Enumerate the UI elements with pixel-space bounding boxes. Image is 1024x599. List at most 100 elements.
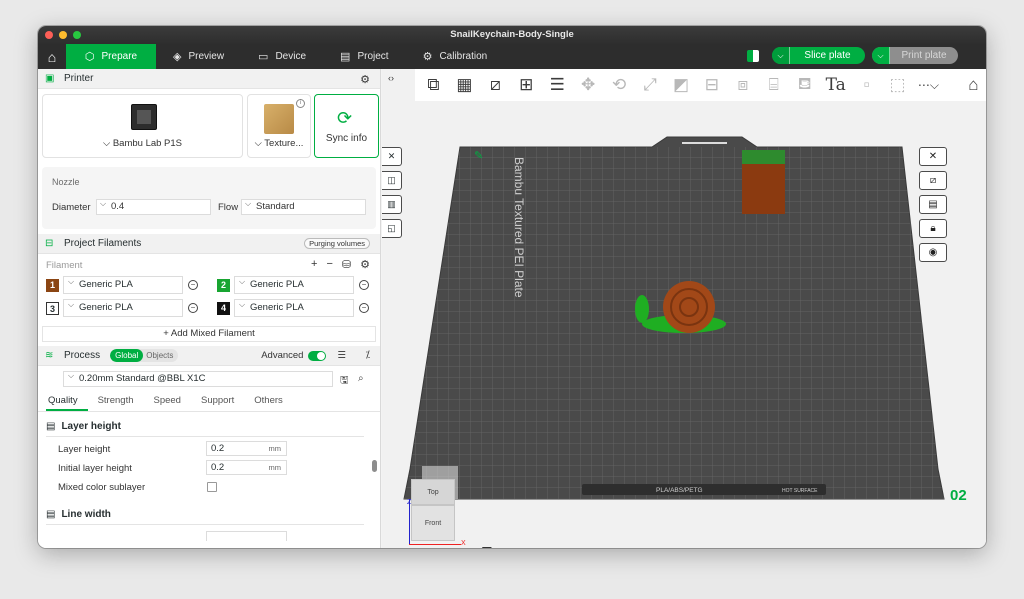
home-button[interactable]: ⌂ <box>38 44 66 69</box>
zoom-fit-icon: ⊡ <box>481 543 493 548</box>
process-preset-select[interactable]: 0.20mm Standard @BBL X1C <box>63 369 333 387</box>
tab-preview[interactable]: ◈ Preview <box>156 44 241 69</box>
filaments-section-header[interactable]: ⊟ Project Filaments Purging volumes <box>38 234 380 254</box>
layer-height-label: Layer height <box>58 444 111 455</box>
add-icon[interactable]: + <box>311 258 317 271</box>
filament-color-swatch[interactable]: 4 <box>217 301 230 315</box>
filament-select[interactable]: Generic PLA <box>63 274 183 294</box>
line-width-input[interactable] <box>206 531 287 541</box>
filament-slot-4[interactable]: 4 Generic PLA − <box>217 297 369 317</box>
close-window-button[interactable] <box>45 31 53 39</box>
filament-color-swatch[interactable]: 1 <box>46 278 59 292</box>
cube-top-face[interactable]: Top <box>411 479 455 505</box>
diameter-label: Diameter <box>52 202 91 213</box>
filament-color-swatch[interactable]: 3 <box>46 301 59 315</box>
sync-info-button[interactable]: ⟳ Sync info <box>314 94 379 158</box>
divider <box>46 436 364 437</box>
tab-device[interactable]: ▭ Device <box>241 44 323 69</box>
slice-plate-button[interactable]: ⌵ Slice plate <box>772 47 865 64</box>
gear-icon[interactable]: ⚙ <box>360 73 370 86</box>
global-option[interactable]: Global <box>110 349 144 362</box>
filament-slot-3[interactable]: 3 Generic PLA − <box>46 297 198 317</box>
block-top <box>742 150 785 164</box>
remove-filament-icon[interactable]: − <box>359 280 369 290</box>
advanced-toggle[interactable]: Advanced ☰ <box>261 350 346 361</box>
filament-slot-2[interactable]: 2 Generic PLA − <box>217 274 369 294</box>
tab-calibration[interactable]: ⚙ Calibration <box>406 44 505 69</box>
pick-plate-icon[interactable]: ⧄ <box>919 171 947 190</box>
gear-icon: ⚙ <box>422 51 433 63</box>
tab-prepare[interactable]: ⬡ Prepare <box>66 44 156 69</box>
sublayer-checkbox[interactable] <box>207 482 217 492</box>
printer-icon: ▣ <box>45 73 55 84</box>
arrange-plate-icon[interactable]: ▤ <box>919 195 947 214</box>
initial-layer-input[interactable]: 0.2 mm <box>206 460 287 475</box>
sync-icon: ⟳ <box>337 108 353 128</box>
eye-icon[interactable]: ◉ <box>919 243 947 262</box>
purging-volumes-button[interactable]: Purging volumes <box>304 238 370 249</box>
print-plate-button[interactable]: ⌵ Print plate <box>872 47 958 64</box>
cube-icon: ⬡ <box>84 51 95 63</box>
tab-strength[interactable]: Strength <box>96 392 144 411</box>
plate-name: ⌵ Texture... <box>254 138 304 149</box>
filament-slot-1[interactable]: 1 Generic PLA − <box>46 274 198 294</box>
diameter-select[interactable]: 0.4 <box>96 197 211 215</box>
tab-project[interactable]: ▤ Project <box>323 44 406 69</box>
flow-label: Flow <box>218 202 239 213</box>
zoom-fit-button[interactable]: ⊡ <box>481 543 493 548</box>
tab-support[interactable]: Support <box>199 392 244 411</box>
remove-filament-icon[interactable]: − <box>359 303 369 313</box>
add-icon: + <box>163 328 171 339</box>
multi-device-icon[interactable] <box>747 49 759 62</box>
save-icon[interactable]: 🖫 <box>340 373 349 390</box>
cube-front-face[interactable]: Front <box>411 505 455 541</box>
remove-filament-icon[interactable]: − <box>188 280 198 290</box>
plate-number[interactable]: 02 <box>950 487 967 504</box>
lock-icon[interactable]: 🔒︎ <box>919 219 947 238</box>
tab-quality[interactable]: Quality <box>46 392 88 411</box>
tab-others[interactable]: Others <box>252 392 293 411</box>
x-axis <box>409 544 461 545</box>
remove-filament-icon[interactable]: − <box>188 303 198 313</box>
printer-selector[interactable]: ⌵ Bambu Lab P1S <box>42 94 243 158</box>
minimize-window-button[interactable] <box>59 31 67 39</box>
filament-sync-icon[interactable]: ⛁ <box>342 258 351 271</box>
search-icon[interactable]: ⌕ <box>358 373 364 384</box>
printer-name: ⌵ Bambu Lab P1S <box>102 138 183 149</box>
layer-height-input[interactable]: 0.2 mm <box>206 441 287 456</box>
filament-select[interactable]: Generic PLA <box>234 297 354 317</box>
compare-icon[interactable]: ⁒ <box>366 350 371 361</box>
remove-icon[interactable]: − <box>326 258 332 271</box>
filament-select[interactable]: Generic PLA <box>63 297 183 317</box>
advanced-switch[interactable] <box>308 350 327 361</box>
home-icon: ⌂ <box>47 48 57 65</box>
view-cube[interactable]: Top Front Z X <box>407 479 466 548</box>
printer-section-header[interactable]: ▣ Printer ⚙ <box>38 69 380 89</box>
line-width-icon: ▤ <box>46 509 56 520</box>
sublayer-label: Mixed color sublayer <box>58 482 146 493</box>
close-plate-icon[interactable]: ✕ <box>919 147 947 166</box>
add-mixed-filament-button[interactable]: + Add Mixed Filament <box>42 326 376 342</box>
maximize-window-button[interactable] <box>73 31 81 39</box>
objects-option[interactable]: Objects <box>143 349 178 362</box>
flow-select[interactable]: Standard <box>241 197 366 215</box>
plate-type-selector[interactable]: i ⌵ Texture... <box>247 94 311 158</box>
tab-speed[interactable]: Speed <box>152 392 191 411</box>
gear-icon[interactable]: ⚙ <box>360 258 370 271</box>
filament-select[interactable]: Generic PLA <box>234 274 354 294</box>
chevron-down-icon[interactable]: ⌵ <box>772 47 790 64</box>
quality-settings: ▤ Layer height Layer height 0.2 mm Initial… <box>38 412 380 542</box>
3d-viewport[interactable]: ‹› ⧉ ▦ ⧄ ⊞ ☰ ✥ ⟲ ⤢ ◩ ⊟ ⧈ ⌸ ⛾ Ta ▫ ⬚ ⋯⌵ ⌂… <box>382 69 986 548</box>
filament-grid: 1 Generic PLA − 2 Generic PLA − 3 Generi… <box>38 274 380 324</box>
global-objects-toggle[interactable]: Global Objects <box>110 349 179 362</box>
filament-toolbar: Filament + − ⛁ ⚙ <box>46 258 370 271</box>
process-preset-row: 0.20mm Standard @BBL X1C 🖫 ⌕ <box>38 366 380 392</box>
edit-plate-name-icon[interactable]: ✎ <box>474 149 483 162</box>
filament-color-swatch[interactable]: 2 <box>217 278 230 292</box>
device-icon: ▭ <box>258 51 269 63</box>
chevron-down-icon[interactable]: ⌵ <box>872 47 890 64</box>
sidebar-scrollbar[interactable] <box>372 460 377 472</box>
info-icon[interactable]: i <box>296 99 305 108</box>
list-icon[interactable]: ☰ <box>337 350 346 361</box>
build-plate-scene[interactable]: PLA/ABS/PETG HOT SURFACE Bambu Textured … <box>382 69 986 548</box>
